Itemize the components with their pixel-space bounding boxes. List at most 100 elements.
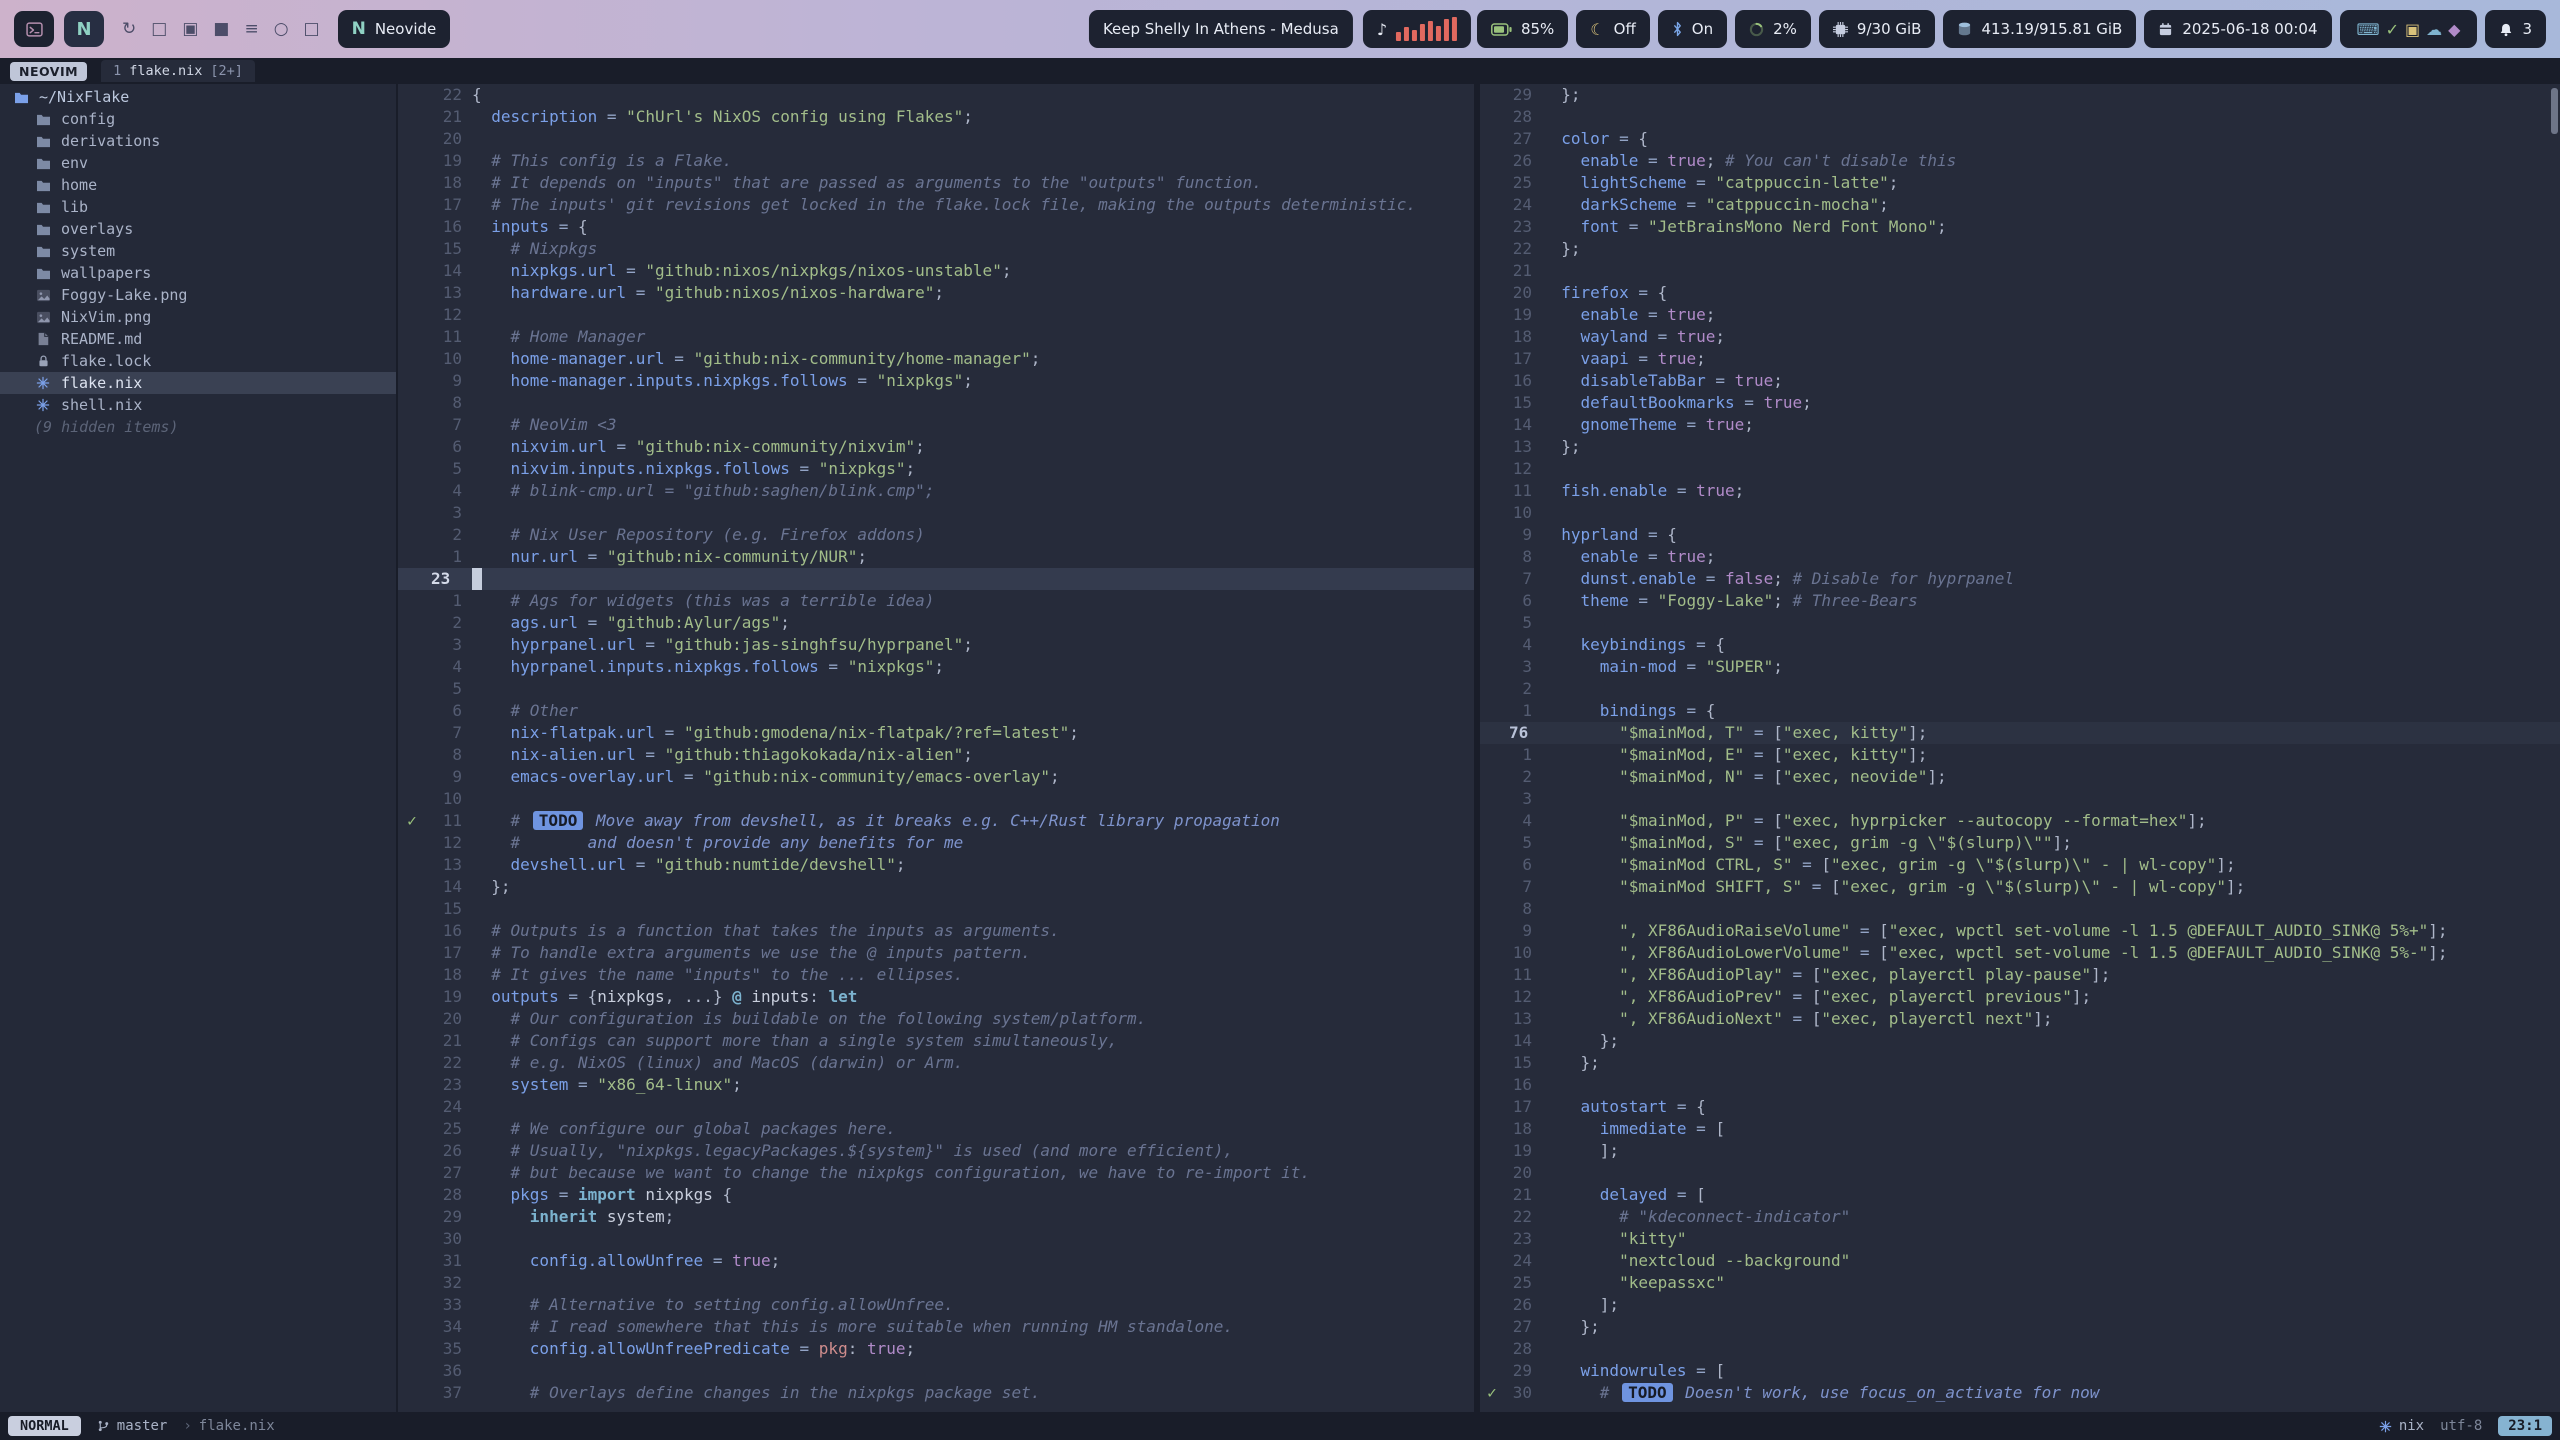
code-line[interactable]: 25 # We configure our global packages he…: [398, 1118, 1474, 1140]
memory-module[interactable]: 9/30 GiB: [1819, 10, 1936, 48]
code-line[interactable]: 1 nur.url = "github:nix-community/NUR";: [398, 546, 1474, 568]
code-line[interactable]: 17 autostart = {: [1480, 1096, 2560, 1118]
code-line[interactable]: 20: [1480, 1162, 2560, 1184]
code-line[interactable]: 22{: [398, 84, 1474, 106]
code-line[interactable]: 17 # The inputs' git revisions get locke…: [398, 194, 1474, 216]
code-line[interactable]: 18 wayland = true;: [1480, 326, 2560, 348]
code-line[interactable]: 5 "$mainMod, S" = ["exec, grim -g \"$(sl…: [1480, 832, 2560, 854]
code-line[interactable]: 30: [398, 1228, 1474, 1250]
code-line[interactable]: 17 # To handle extra arguments we use th…: [398, 942, 1474, 964]
tree-item-shell.nix[interactable]: shell.nix: [0, 394, 396, 416]
code-line[interactable]: 25 lightScheme = "catppuccin-latte";: [1480, 172, 2560, 194]
code-line[interactable]: 35 config.allowUnfreePredicate = pkg: tr…: [398, 1338, 1474, 1360]
tree-item-NixVim.png[interactable]: NixVim.png: [0, 306, 396, 328]
code-line[interactable]: 4 "$mainMod, P" = ["exec, hyprpicker --a…: [1480, 810, 2560, 832]
code-line[interactable]: 12 # and doesn't provide any benefits fo…: [398, 832, 1474, 854]
code-line[interactable]: 11 ", XF86AudioPlay" = ["exec, playerctl…: [1480, 964, 2560, 986]
cpu-module[interactable]: 2%: [1735, 10, 1811, 48]
code-line[interactable]: 6 theme = "Foggy-Lake"; # Three-Bears: [1480, 590, 2560, 612]
cloud-icon[interactable]: ☁: [2426, 20, 2442, 39]
code-line[interactable]: 18 immediate = [: [1480, 1118, 2560, 1140]
scrollbar-thumb[interactable]: [2551, 88, 2558, 134]
code-line[interactable]: 16 inputs = {: [398, 216, 1474, 238]
code-line[interactable]: 17 vaapi = true;: [1480, 348, 2560, 370]
notifications-module[interactable]: 3: [2485, 10, 2546, 48]
clock-module[interactable]: 2025-06-18 00:04: [2144, 10, 2331, 48]
code-line[interactable]: 6 # Other: [398, 700, 1474, 722]
code-line[interactable]: 8: [398, 392, 1474, 414]
code-line[interactable]: 28: [1480, 1338, 2560, 1360]
code-line[interactable]: 3: [398, 502, 1474, 524]
git-branch[interactable]: master: [97, 1418, 168, 1434]
code-line[interactable]: 7 nix-flatpak.url = "github:gmodena/nix-…: [398, 722, 1474, 744]
check-icon[interactable]: ✓: [2386, 20, 2399, 39]
workspace-icon[interactable]: ↻: [122, 19, 136, 39]
code-line[interactable]: 8 enable = true;: [1480, 546, 2560, 568]
window-title-pill[interactable]: N Neovide: [338, 10, 451, 48]
workspace-icon[interactable]: ■: [213, 19, 229, 39]
code-line[interactable]: 2: [1480, 678, 2560, 700]
code-line[interactable]: 10: [1480, 502, 2560, 524]
workspace-icon[interactable]: ▣: [182, 19, 198, 39]
music-visualizer-pill[interactable]: ♪: [1363, 10, 1471, 48]
code-line[interactable]: 1 bindings = {: [1480, 700, 2560, 722]
code-line[interactable]: 16 disableTabBar = true;: [1480, 370, 2560, 392]
code-line[interactable]: 11 # Home Manager: [398, 326, 1474, 348]
code-line[interactable]: 6 "$mainMod CTRL, S" = ["exec, grim -g \…: [1480, 854, 2560, 876]
code-line[interactable]: 14 };: [398, 876, 1474, 898]
code-line[interactable]: 16: [1480, 1074, 2560, 1096]
code-line[interactable]: 7 # NeoVim <3: [398, 414, 1474, 436]
workspace-icon[interactable]: □: [304, 19, 320, 39]
code-line[interactable]: 19 # This config is a Flake.: [398, 150, 1474, 172]
code-line[interactable]: 20 # Our configuration is buildable on t…: [398, 1008, 1474, 1030]
code-line[interactable]: 29 inherit system;: [398, 1206, 1474, 1228]
code-line[interactable]: 26 enable = true; # You can't disable th…: [1480, 150, 2560, 172]
battery-module[interactable]: 85%: [1477, 10, 1568, 48]
code-line[interactable]: 1 # Ags for widgets (this was a terrible…: [398, 590, 1474, 612]
code-line[interactable]: 33 # Alternative to setting config.allow…: [398, 1294, 1474, 1316]
code-line[interactable]: 20: [398, 128, 1474, 150]
code-line[interactable]: 10 ", XF86AudioLowerVolume" = ["exec, wp…: [1480, 942, 2560, 964]
code-line[interactable]: 2 "$mainMod, N" = ["exec, neovide"];: [1480, 766, 2560, 788]
code-line[interactable]: 15 };: [1480, 1052, 2560, 1074]
workspace-neovide[interactable]: N: [64, 11, 104, 47]
system-tray[interactable]: ⌨✓▣☁◆: [2340, 10, 2478, 48]
code-line[interactable]: 4 keybindings = {: [1480, 634, 2560, 656]
code-line[interactable]: 18 # It depends on "inputs" that are pas…: [398, 172, 1474, 194]
code-line[interactable]: 21 delayed = [: [1480, 1184, 2560, 1206]
code-line[interactable]: 14 };: [1480, 1030, 2560, 1052]
code-line[interactable]: 22 };: [1480, 238, 2560, 260]
code-line[interactable]: 4 hyprpanel.inputs.nixpkgs.follows = "ni…: [398, 656, 1474, 678]
workspace-icon[interactable]: □: [151, 19, 167, 39]
tree-item-derivations[interactable]: derivations: [0, 130, 396, 152]
code-line[interactable]: 24 darkScheme = "catppuccin-mocha";: [1480, 194, 2560, 216]
code-line[interactable]: 36: [398, 1360, 1474, 1382]
code-line[interactable]: 4 # blink-cmp.url = "github:saghen/blink…: [398, 480, 1474, 502]
code-line[interactable]: 9 home-manager.inputs.nixpkgs.follows = …: [398, 370, 1474, 392]
code-line[interactable]: ✓11 # TODO Move away from devshell, as i…: [398, 810, 1474, 832]
code-line[interactable]: 24 "nextcloud --background": [1480, 1250, 2560, 1272]
code-line[interactable]: 3 main-mod = "SUPER";: [1480, 656, 2560, 678]
code-line[interactable]: 3 hyprpanel.url = "github:jas-singhfsu/h…: [398, 634, 1474, 656]
code-line[interactable]: 27 };: [1480, 1316, 2560, 1338]
code-line[interactable]: 19 ];: [1480, 1140, 2560, 1162]
code-line[interactable]: 19 outputs = {nixpkgs, ...} @ inputs: le…: [398, 986, 1474, 1008]
code-line[interactable]: 10: [398, 788, 1474, 810]
tree-root-nixflake[interactable]: ~/NixFlake: [0, 86, 396, 108]
code-line[interactable]: 5 nixvim.inputs.nixpkgs.follows = "nixpk…: [398, 458, 1474, 480]
tree-item-system[interactable]: system: [0, 240, 396, 262]
tree-item-flake.nix[interactable]: flake.nix: [0, 372, 396, 394]
code-line[interactable]: 3: [1480, 788, 2560, 810]
tree-item-env[interactable]: env: [0, 152, 396, 174]
code-line[interactable]: 27 color = {: [1480, 128, 2560, 150]
code-line[interactable]: 32: [398, 1272, 1474, 1294]
code-line[interactable]: 76 "$mainMod, T" = ["exec, kitty"];: [1480, 722, 2560, 744]
code-line[interactable]: 13 hardware.url = "github:nixos/nixos-ha…: [398, 282, 1474, 304]
code-line[interactable]: 20 firefox = {: [1480, 282, 2560, 304]
buffer-tab-flake-nix[interactable]: 1 flake.nix [2+]: [101, 60, 255, 82]
tree-item-config[interactable]: config: [0, 108, 396, 130]
code-line[interactable]: 26 # Usually, "nixpkgs.legacyPackages.${…: [398, 1140, 1474, 1162]
tree-item-lib[interactable]: lib: [0, 196, 396, 218]
tree-item-overlays[interactable]: overlays: [0, 218, 396, 240]
code-line[interactable]: 24: [398, 1096, 1474, 1118]
